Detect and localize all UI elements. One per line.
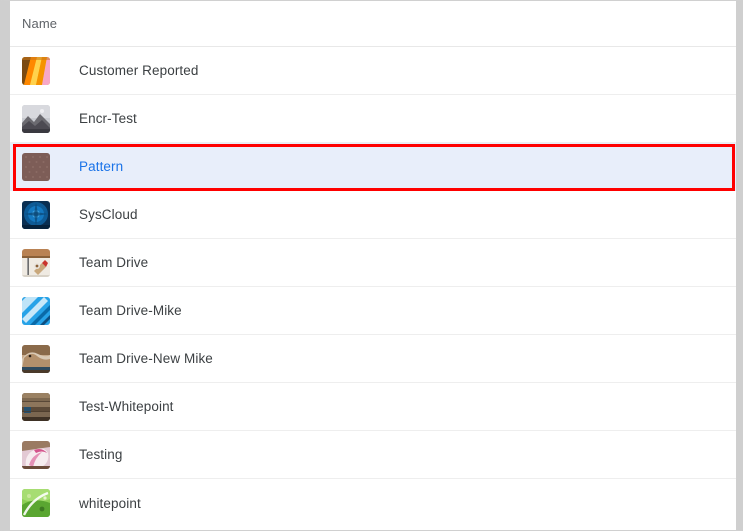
folder-thumbnail-pink-flower <box>22 440 50 469</box>
table-row[interactable]: Pattern <box>10 143 736 191</box>
table-row[interactable]: SysCloud <box>10 191 736 239</box>
table-body: Customer Reported Encr-Test Pattern SysClou… <box>10 47 736 527</box>
table-row[interactable]: whitepoint <box>10 479 736 527</box>
table-row[interactable]: Team Drive-New Mike <box>10 335 736 383</box>
table-row[interactable]: Team Drive <box>10 239 736 287</box>
folder-thumbnail-blue-burst <box>22 200 50 229</box>
table-row[interactable]: Team Drive-Mike <box>10 287 736 335</box>
table-row[interactable]: Encr-Test <box>10 95 736 143</box>
folder-thumbnail-wood-texture <box>22 392 50 421</box>
file-list: Name Customer Reported Encr-Test Pattern Sy… <box>10 1 736 530</box>
table-row[interactable]: Test-Whitepoint <box>10 383 736 431</box>
folder-thumbnail-tools-wood <box>22 248 50 277</box>
row-name-label[interactable]: Testing <box>79 447 122 462</box>
row-name-label[interactable]: Team Drive-New Mike <box>79 351 213 366</box>
file-list-window: Name Customer Reported Encr-Test Pattern Sy… <box>0 0 743 531</box>
table-row[interactable]: Testing <box>10 431 736 479</box>
folder-thumbnail-blue-diagonal <box>22 296 50 325</box>
row-name-label[interactable]: Team Drive <box>79 255 148 270</box>
column-header-name[interactable]: Name <box>22 16 57 31</box>
row-name-label[interactable]: Customer Reported <box>79 63 199 78</box>
table-row[interactable]: Customer Reported <box>10 47 736 95</box>
folder-thumbnail-animal-photo <box>22 344 50 373</box>
folder-thumbnail-orange-stripes <box>22 56 50 85</box>
table-header: Name <box>10 1 736 47</box>
row-name-label[interactable]: Team Drive-Mike <box>79 303 182 318</box>
row-name-label[interactable]: Pattern <box>79 159 123 174</box>
row-name-label[interactable]: Test-Whitepoint <box>79 399 174 414</box>
row-name-label[interactable]: Encr-Test <box>79 111 137 126</box>
folder-thumbnail-landscape-photo <box>22 104 50 133</box>
folder-thumbnail-green-leaf <box>22 489 50 517</box>
row-name-label[interactable]: SysCloud <box>79 207 138 222</box>
folder-thumbnail-brown-dotted <box>22 152 50 181</box>
row-name-label[interactable]: whitepoint <box>79 496 141 511</box>
